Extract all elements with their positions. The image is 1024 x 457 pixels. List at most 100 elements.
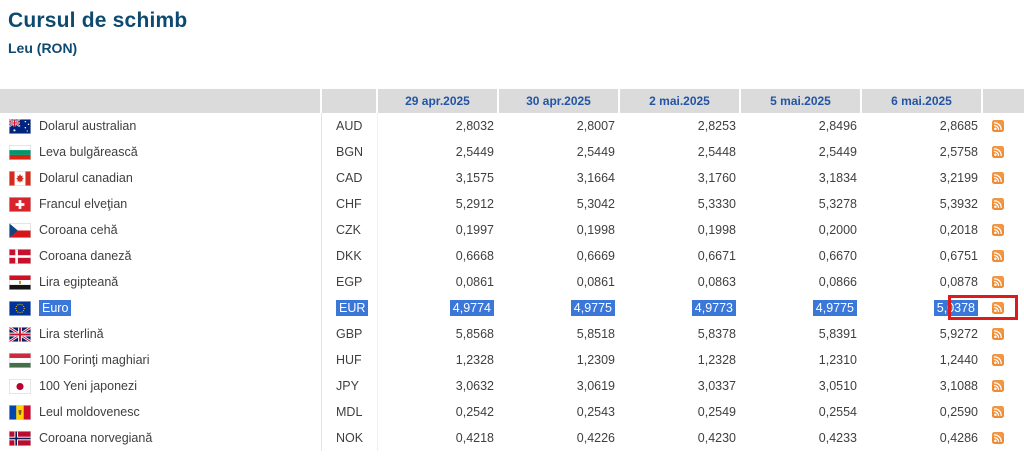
exchange-rate-page: Cursul de schimb Leu (RON) 29 apr.2025 3…: [0, 0, 1024, 457]
rate-value: 0,4226: [577, 431, 615, 445]
rss-feed-link[interactable]: [992, 328, 1004, 340]
rss-feed-link[interactable]: [992, 146, 1004, 158]
rate-value: 0,0878: [940, 275, 978, 289]
rss-feed-link[interactable]: [992, 432, 1004, 444]
hungary-flag-icon: [9, 353, 31, 368]
rss-feed-link[interactable]: [992, 250, 1004, 262]
rss-feed-link[interactable]: [992, 120, 1004, 132]
currency-code: AUD: [336, 119, 362, 133]
japan-flag-icon: [9, 379, 31, 394]
currency-name: Francul elveţian: [39, 197, 127, 211]
rate-value: 2,8007: [577, 119, 615, 133]
rate-value: 5,8568: [456, 327, 494, 341]
currency-row-jpy: 100 Yeni japonezi JPY 3,0632 3,0619 3,03…: [0, 373, 1024, 399]
rate-value: 3,1575: [456, 171, 494, 185]
currency-row-huf: 100 Forinţi maghiari HUF 1,2328 1,2309 1…: [0, 347, 1024, 373]
rss-feed-link[interactable]: [992, 302, 1004, 314]
rss-feed-link[interactable]: [992, 224, 1004, 236]
rss-feed-link[interactable]: [992, 354, 1004, 366]
rate-value: 0,0863: [698, 275, 736, 289]
currency-code: EGP: [336, 275, 362, 289]
rate-value: 0,0861: [456, 275, 494, 289]
rate-value: 5,3278: [819, 197, 857, 211]
rate-value: 5,8391: [819, 327, 857, 341]
currency-name: Coroana daneză: [39, 249, 131, 263]
rate-value: 2,5449: [456, 145, 494, 159]
date-column-header: 2 mai.2025: [620, 89, 741, 113]
rss-icon: [992, 354, 1004, 366]
currency-name: Lira egipteană: [39, 275, 118, 289]
rate-value: 0,1998: [577, 223, 615, 237]
rate-value: 0,2590: [940, 405, 978, 419]
rate-value: 0,6751: [940, 249, 978, 263]
rate-value: 3,1760: [698, 171, 736, 185]
czechia-flag-icon: [9, 223, 31, 238]
currency-name: 100 Yeni japonezi: [39, 379, 137, 393]
currency-name: Coroana cehă: [39, 223, 118, 237]
rss-feed-link[interactable]: [992, 276, 1004, 288]
rss-icon: [992, 406, 1004, 418]
currency-name: Lira sterlină: [39, 327, 104, 341]
currency-row-cad: Dolarul canadian CAD 3,1575 3,1664 3,176…: [0, 165, 1024, 191]
date-column-header: 6 mai.2025: [862, 89, 983, 113]
rss-feed-link[interactable]: [992, 406, 1004, 418]
rate-value: 4,9773: [692, 300, 736, 316]
rate-value: 5,3932: [940, 197, 978, 211]
currency-code: GBP: [336, 327, 362, 341]
rate-value: 5,0378: [934, 300, 978, 316]
page-subtitle: Leu (RON): [8, 40, 1024, 56]
rss-icon: [992, 328, 1004, 340]
rate-value: 0,1998: [698, 223, 736, 237]
australia-flag-icon: [9, 119, 31, 134]
rss-icon: [992, 276, 1004, 288]
rate-value: 5,3042: [577, 197, 615, 211]
currency-row-aud: Dolarul australian AUD 2,8032 2,8007 2,8…: [0, 113, 1024, 139]
currency-code: NOK: [336, 431, 363, 445]
currency-name: Leva bulgărească: [39, 145, 138, 159]
rss-feed-link[interactable]: [992, 380, 1004, 392]
rate-value: 3,1664: [577, 171, 615, 185]
currency-row-nok: Coroana norvegiană NOK 0,4218 0,4226 0,4…: [0, 425, 1024, 451]
rate-value: 0,1997: [456, 223, 494, 237]
rss-icon: [992, 198, 1004, 210]
currency-code: JPY: [336, 379, 359, 393]
rss-icon: [992, 172, 1004, 184]
rate-value: 1,2328: [698, 353, 736, 367]
rate-value: 2,8685: [940, 119, 978, 133]
rate-value: 3,0619: [577, 379, 615, 393]
rate-value: 5,3330: [698, 197, 736, 211]
date-column-header: 5 mai.2025: [741, 89, 862, 113]
rate-value: 4,9775: [571, 300, 615, 316]
currency-name: Coroana norvegiană: [39, 431, 152, 445]
currency-code: CZK: [336, 223, 361, 237]
rate-value: 0,4230: [698, 431, 736, 445]
currency-code-column-header: [322, 89, 378, 113]
rate-value: 0,6671: [698, 249, 736, 263]
rate-value: 3,1088: [940, 379, 978, 393]
currency-name-column-header: [0, 89, 322, 113]
rate-value: 2,5449: [577, 145, 615, 159]
currency-code: BGN: [336, 145, 363, 159]
rate-value: 4,9774: [450, 300, 494, 316]
rss-column-header: [983, 89, 1024, 113]
currency-name: Dolarul australian: [39, 119, 136, 133]
currency-name: Euro: [39, 300, 71, 316]
eu-flag-icon: [9, 301, 31, 316]
rate-value: 0,2543: [577, 405, 615, 419]
rss-icon: [992, 380, 1004, 392]
rate-value: 0,6669: [577, 249, 615, 263]
denmark-flag-icon: [9, 249, 31, 264]
rss-feed-link[interactable]: [992, 198, 1004, 210]
rate-value: 1,2309: [577, 353, 615, 367]
rate-value: 2,8253: [698, 119, 736, 133]
rss-feed-link[interactable]: [992, 172, 1004, 184]
date-column-header: 30 apr.2025: [499, 89, 620, 113]
rate-value: 2,5448: [698, 145, 736, 159]
page-title: Cursul de schimb: [0, 0, 1024, 33]
rss-icon: [992, 224, 1004, 236]
rate-value: 2,5449: [819, 145, 857, 159]
uk-flag-icon: [9, 327, 31, 342]
currency-name: Dolarul canadian: [39, 171, 133, 185]
currency-code: CAD: [336, 171, 362, 185]
norway-flag-icon: [9, 431, 31, 446]
